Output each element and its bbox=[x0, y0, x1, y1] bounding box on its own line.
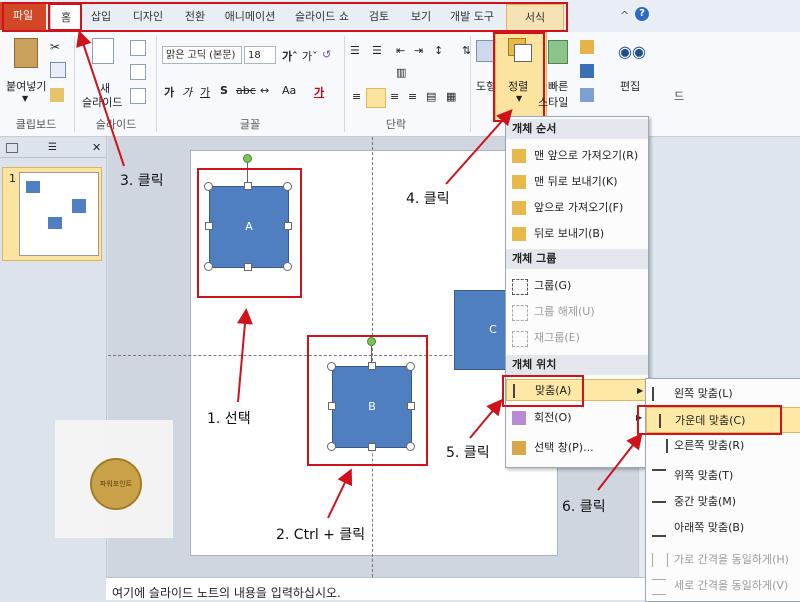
annotation-arrows bbox=[76, 30, 643, 519]
arrow-step4 bbox=[445, 109, 513, 185]
arrow-step2 bbox=[327, 468, 353, 519]
arrow-step6 bbox=[597, 432, 643, 491]
annotation-step4: 4. 클릭 bbox=[406, 191, 450, 207]
annotation-step3: 3. 클릭 bbox=[120, 173, 164, 189]
annotation-step5: 5. 클릭 bbox=[446, 445, 490, 461]
annotation-step1: 1. 선택 bbox=[207, 411, 251, 427]
annotation-step2: 2. Ctrl + 클릭 bbox=[276, 527, 366, 543]
arrow-step5 bbox=[469, 398, 503, 439]
arrow-step1 bbox=[236, 308, 253, 403]
annotation-step6: 6. 클릭 bbox=[562, 499, 606, 515]
arrow-step3 bbox=[76, 30, 125, 167]
